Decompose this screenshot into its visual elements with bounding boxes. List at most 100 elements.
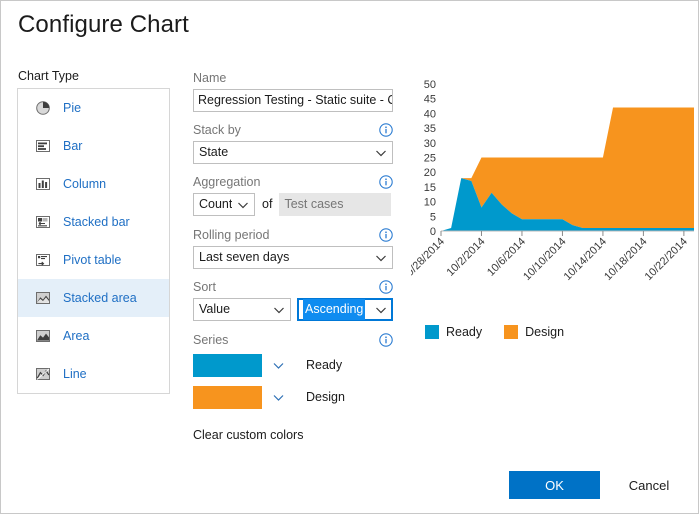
y-axis-tick-label: 35 bbox=[424, 123, 436, 135]
sort-field-value: Value bbox=[199, 302, 231, 316]
y-axis-tick-label: 15 bbox=[424, 182, 436, 194]
chart-type-item-stacked-bar[interactable]: Stacked bar bbox=[18, 203, 169, 241]
y-axis-tick-label: 25 bbox=[424, 153, 436, 165]
y-axis-tick-label: 5 bbox=[430, 211, 436, 223]
area-chart-icon bbox=[35, 328, 51, 344]
series-row: Ready bbox=[193, 354, 393, 377]
x-axis-tick-label: 10/18/2014 bbox=[602, 236, 649, 283]
y-axis-tick-label: 0 bbox=[430, 226, 436, 238]
chevron-down-icon bbox=[375, 304, 387, 316]
rolling-period-select[interactable]: Last seven days bbox=[193, 246, 393, 269]
name-label: Name bbox=[193, 70, 227, 85]
chart-type-item-label: Area bbox=[63, 329, 90, 343]
chart-type-item-area[interactable]: Area bbox=[18, 317, 169, 355]
y-axis-tick-label: 30 bbox=[424, 138, 436, 150]
name-field-group: Name Regression Testing - Static suite -… bbox=[193, 69, 393, 112]
stack-by-label: Stack by bbox=[193, 122, 241, 137]
ok-button[interactable]: OK bbox=[509, 471, 600, 499]
y-axis-tick-label: 20 bbox=[424, 167, 436, 179]
chart-type-item-column[interactable]: Column bbox=[18, 165, 169, 203]
chart-type-item-label: Column bbox=[63, 177, 107, 191]
sort-direction-select[interactable]: Ascending bbox=[297, 298, 393, 321]
info-icon[interactable] bbox=[379, 332, 393, 347]
aggregation-value: Count bbox=[199, 197, 233, 211]
y-axis-tick-label: 10 bbox=[424, 197, 436, 209]
chart-type-item-label: Pie bbox=[63, 101, 82, 115]
chevron-down-icon bbox=[375, 147, 387, 159]
chevron-down-icon[interactable] bbox=[272, 359, 285, 372]
chart-type-item-pie[interactable]: Pie bbox=[18, 89, 169, 127]
x-axis-tick-label: 10/22/2014 bbox=[643, 236, 690, 283]
legend-item: Ready bbox=[425, 325, 482, 339]
series-row: Design bbox=[193, 386, 393, 409]
chart-legend: Ready Design bbox=[425, 325, 586, 339]
chart-type-list[interactable]: Pie Bar Column Stacked bar Pivot table Stacke… bbox=[17, 88, 170, 394]
aggregation-of-label: of bbox=[262, 197, 273, 211]
chart-type-item-label: Stacked bar bbox=[63, 215, 130, 229]
rolling-period-value: Last seven days bbox=[199, 250, 290, 264]
info-icon[interactable] bbox=[379, 279, 393, 294]
legend-label: Design bbox=[525, 325, 565, 339]
stack-by-value: State bbox=[199, 145, 229, 159]
series-name-label: Design bbox=[306, 390, 345, 404]
y-axis-tick-label: 50 bbox=[424, 79, 436, 91]
aggregation-group: Aggregation Count of Test cases bbox=[193, 173, 393, 216]
chart-type-item-label: Bar bbox=[63, 139, 83, 153]
info-icon[interactable] bbox=[379, 174, 393, 189]
stacked-area-chart: 051015202530354045509/28/201410/2/201410… bbox=[411, 79, 694, 283]
chart-type-item-line[interactable]: Line bbox=[18, 355, 169, 393]
chart-preview: 0 5 10 15 20 25 30 35 40 45 50 9/28/2014 10/2/2014 10… bbox=[411, 76, 696, 346]
line-chart-icon bbox=[35, 366, 51, 382]
y-axis-tick-label: 40 bbox=[424, 108, 436, 120]
pivot-table-icon bbox=[35, 252, 51, 268]
y-axis-tick-label: 45 bbox=[424, 94, 436, 106]
chart-type-item-label: Stacked area bbox=[63, 291, 137, 305]
legend-label: Ready bbox=[446, 325, 483, 339]
x-axis-tick-label: 10/6/2014 bbox=[485, 236, 528, 279]
legend-swatch bbox=[504, 325, 519, 339]
x-axis-tick-label: 10/2/2014 bbox=[445, 236, 488, 279]
rolling-period-label: Rolling period bbox=[193, 227, 270, 242]
legend-swatch bbox=[425, 325, 439, 339]
sort-direction-value: Ascending bbox=[303, 299, 366, 320]
legend-item: Design bbox=[504, 325, 564, 339]
info-icon[interactable] bbox=[379, 227, 393, 242]
chart-type-item-pivot-table[interactable]: Pivot table bbox=[18, 241, 169, 279]
rolling-period-group: Rolling period Last seven days bbox=[193, 226, 393, 269]
series-label: Series bbox=[193, 332, 229, 347]
sort-group: Sort Value Ascending bbox=[193, 278, 393, 321]
series-color-swatch[interactable] bbox=[193, 386, 262, 409]
x-axis-tick-label: 9/28/2014 bbox=[411, 236, 447, 279]
chart-type-item-label: Pivot table bbox=[63, 253, 122, 267]
cancel-button[interactable]: Cancel bbox=[614, 471, 684, 499]
chart-type-heading: Chart Type bbox=[18, 69, 79, 83]
page-title: Configure Chart bbox=[18, 11, 189, 38]
aggregation-select[interactable]: Count bbox=[193, 193, 255, 216]
x-axis-tick-label: 10/14/2014 bbox=[562, 236, 609, 283]
chevron-down-icon[interactable] bbox=[272, 391, 285, 404]
name-input[interactable]: Regression Testing - Static suite - Ch bbox=[193, 89, 393, 112]
sort-field-select[interactable]: Value bbox=[193, 298, 291, 321]
chart-type-item-label: Line bbox=[63, 367, 87, 381]
clear-custom-colors-link[interactable]: Clear custom colors bbox=[193, 428, 303, 442]
stack-by-select[interactable]: State bbox=[193, 141, 393, 164]
configure-chart-dialog: Configure Chart Chart Type Pie Bar Column S… bbox=[0, 0, 699, 514]
stacked-bar-chart-icon bbox=[35, 214, 51, 230]
series-color-swatch[interactable] bbox=[193, 354, 262, 377]
series-name-label: Ready bbox=[306, 358, 343, 372]
stacked-area-chart-icon bbox=[35, 290, 51, 306]
chart-type-item-bar[interactable]: Bar bbox=[18, 127, 169, 165]
sort-label: Sort bbox=[193, 279, 216, 294]
series-group: Series Ready Design bbox=[193, 331, 393, 418]
aggregation-label: Aggregation bbox=[193, 174, 261, 189]
chevron-down-icon bbox=[273, 304, 285, 316]
pie-chart-icon bbox=[35, 100, 51, 116]
info-icon[interactable] bbox=[379, 122, 393, 137]
chart-type-item-stacked-area[interactable]: Stacked area bbox=[18, 279, 169, 317]
bar-chart-icon bbox=[35, 138, 51, 154]
column-chart-icon bbox=[35, 176, 51, 192]
chevron-down-icon bbox=[237, 199, 249, 211]
stack-by-group: Stack by State bbox=[193, 121, 393, 164]
aggregation-target-input: Test cases bbox=[279, 193, 392, 216]
chevron-down-icon bbox=[375, 252, 387, 264]
